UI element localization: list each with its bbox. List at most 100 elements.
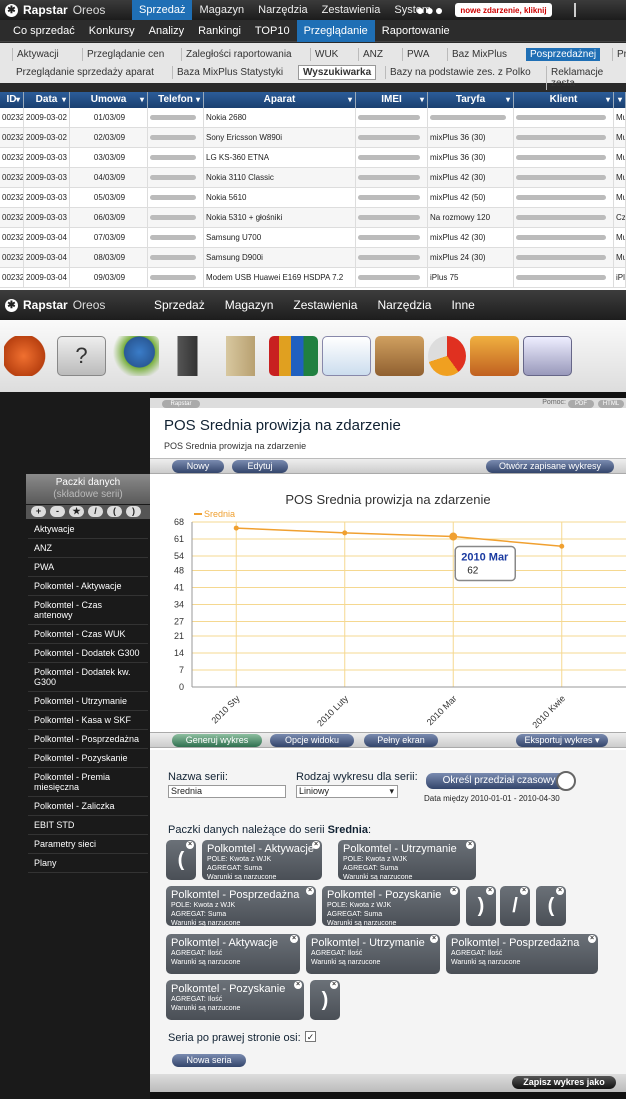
tab-more[interactable]: Pr	[612, 48, 626, 61]
pie-chart-icon[interactable]	[428, 336, 466, 376]
close-icon[interactable]: ×	[520, 887, 528, 895]
tab-przegladanie-cen[interactable]: Przeglądanie cen	[82, 48, 168, 61]
save-chart-button[interactable]: Zapisz wykres jako	[512, 1076, 616, 1089]
fullscreen-button[interactable]: Pełny ekran	[364, 734, 438, 747]
close-icon[interactable]: ×	[430, 935, 438, 943]
period-button[interactable]: Określ przedział czasowy	[426, 773, 572, 789]
submenu-analizy[interactable]: Analizy	[142, 20, 191, 42]
close-icon[interactable]: ×	[486, 887, 494, 895]
tab-wyszukiwarka[interactable]: Wyszukiwarka	[298, 65, 377, 80]
close-icon[interactable]: ×	[294, 981, 302, 989]
html-button[interactable]: HTML	[598, 400, 624, 408]
package-chip[interactable]: Polkomtel - Posprzedażna POLE: Kwota z WJ…	[166, 886, 316, 927]
report-icon[interactable]	[523, 336, 572, 376]
divide-icon[interactable]: /	[88, 506, 103, 517]
package-list-item[interactable]: Parametry sieci	[28, 835, 148, 854]
col-imei[interactable]: IMEI	[356, 92, 428, 108]
package-list-item[interactable]: Polkomtel - Czas WUK	[28, 625, 148, 644]
more-icon[interactable]: ●●●	[416, 2, 444, 18]
paren-chip[interactable]: ) ×	[310, 980, 340, 1020]
add-icon[interactable]: +	[31, 506, 46, 517]
user-sync-icon[interactable]	[110, 336, 159, 376]
submenu-co-sprzedac[interactable]: Co sprzedać	[6, 20, 82, 42]
col-klient[interactable]: Klient	[514, 92, 614, 108]
tab-posprzedaznej[interactable]: Posprzedażnej	[526, 48, 601, 61]
close-icon[interactable]: ×	[556, 887, 564, 895]
tree-icon[interactable]	[574, 3, 586, 17]
tab-anz[interactable]: ANZ	[358, 48, 387, 61]
megaphone-icon[interactable]	[4, 336, 53, 376]
table-row[interactable]: 002322009-03-0201/03/09 Nokia 2680 Mu	[0, 108, 626, 128]
package-list-item[interactable]: Polkomtel - Pozyskanie	[28, 749, 148, 768]
close-icon[interactable]: ×	[306, 887, 314, 895]
close-icon[interactable]: ×	[450, 887, 458, 895]
breadcrumb[interactable]: Rapstar	[162, 400, 200, 408]
new-button[interactable]: Nowy	[172, 460, 224, 473]
submenu-rankingi[interactable]: Rankingi	[191, 20, 248, 42]
package-list-item[interactable]: Polkomtel - Czas antenowy	[28, 596, 148, 625]
open-saved-button[interactable]: Otwórz zapisane wykresy	[486, 460, 614, 473]
close-icon[interactable]: ×	[466, 841, 474, 849]
package-list-item[interactable]: Polkomtel - Posprzedażna	[28, 730, 148, 749]
menu2-zestawienia[interactable]: Zestawienia	[283, 290, 367, 320]
close-paren-icon[interactable]: )	[126, 506, 141, 517]
package-list-item[interactable]: Polkomtel - Dodatek kw. G300	[28, 663, 148, 692]
submenu-konkursy[interactable]: Konkursy	[82, 20, 142, 42]
paren-chip[interactable]: ) ×	[466, 886, 496, 926]
spreadsheet-icon[interactable]	[322, 336, 371, 376]
paren-chip[interactable]: (×	[536, 886, 566, 926]
submenu-przegladanie[interactable]: Przeglądanie	[296, 20, 375, 42]
star-icon[interactable]: ★	[69, 506, 84, 517]
close-icon[interactable]: ×	[312, 841, 320, 849]
package-list-item[interactable]: ANZ	[28, 539, 148, 558]
view-options-button[interactable]: Opcje widoku	[270, 734, 354, 747]
menu-zestawienia[interactable]: Zestawienia	[315, 0, 388, 20]
table-row[interactable]: 00232 2009-03-04 07/03/09 Samsung U700 mixPl…	[0, 228, 626, 248]
table-row[interactable]: 00232 2009-03-03 05/03/09 Nokia 5610 mixPlus…	[0, 188, 626, 208]
tab-zaleglosci[interactable]: Zaległości raportowania	[181, 48, 296, 61]
close-icon[interactable]: ×	[330, 981, 338, 989]
col-umowa[interactable]: Umowa	[70, 92, 148, 108]
package-chip[interactable]: Polkomtel - Pozyskanie AGREGAT: Ilość Waru…	[166, 980, 304, 1020]
minus-icon[interactable]: -	[50, 506, 65, 517]
package-chip[interactable]: Polkomtel - Utrzymanie POLE: Kwota z WJK A…	[338, 840, 476, 881]
series-name-input[interactable]: Srednia	[168, 785, 286, 798]
package-chip[interactable]: Polkomtel - Utrzymanie AGREGAT: Ilość Waru…	[306, 934, 440, 974]
table-row[interactable]: 00232 2009-03-04 09/03/09 Modem USB Huawei …	[0, 268, 626, 288]
table-row[interactable]: 00232 2009-03-03 03/03/09 LG KS-360 ETNA mix…	[0, 148, 626, 168]
package-list-item[interactable]: Polkomtel - Aktywacje	[28, 577, 148, 596]
table-row[interactable]: 00232 2009-03-02 02/03/09 Sony Ericsson W89…	[0, 128, 626, 148]
open-paren-icon[interactable]: (	[107, 506, 122, 517]
clock-icon[interactable]	[556, 771, 576, 791]
package-list-item[interactable]: Polkomtel - Dodatek G300	[28, 644, 148, 663]
table-row[interactable]: 00232 2009-03-03 06/03/09 Nokia 5310 + głoś…	[0, 208, 626, 228]
warehouse-icon[interactable]	[375, 336, 424, 376]
package-list-item[interactable]: Polkomtel - Kasa w SKF	[28, 711, 148, 730]
menu-magazyn[interactable]: Magazyn	[192, 0, 251, 20]
generate-button[interactable]: Generuj wykres	[172, 734, 262, 747]
submenu-top10[interactable]: TOP10	[248, 20, 297, 42]
edit-button[interactable]: Edytuj	[232, 460, 288, 473]
package-chip[interactable]: Polkomtel - Pozyskanie POLE: Kwota z WJK A…	[322, 886, 460, 927]
package-list-item[interactable]: Aktywacje	[28, 520, 148, 539]
divide-chip[interactable]: / ×	[500, 886, 530, 926]
menu2-inne[interactable]: Inne	[441, 290, 484, 320]
tab-reklamacje[interactable]: Reklamacje zesta	[546, 66, 626, 90]
tab-wuk[interactable]: WUK	[310, 48, 342, 61]
package-list-item[interactable]: Polkomtel - Utrzymanie	[28, 692, 148, 711]
transfer-icon[interactable]	[470, 336, 519, 376]
books-icon[interactable]	[269, 336, 318, 376]
package-chip[interactable]: Polkomtel - Aktywacje AGREGAT: Ilość Warun…	[166, 934, 300, 974]
col-data[interactable]: Data	[24, 92, 70, 108]
tab-baz-mixplus[interactable]: Baz MixPlus	[447, 48, 511, 61]
col-id[interactable]: ID	[0, 92, 24, 108]
menu2-narzedzia[interactable]: Narzędzia	[367, 290, 441, 320]
tab-sprzedaz-aparat[interactable]: Przeglądanie sprzedaży aparat	[12, 66, 158, 79]
paren-chip[interactable]: (×	[166, 840, 196, 880]
submenu-raportowanie[interactable]: Raportowanie	[375, 20, 457, 42]
tab-aktywacji[interactable]: Aktywacji	[12, 48, 63, 61]
help-icon[interactable]: ?	[57, 336, 106, 376]
menu-sprzedaz[interactable]: Sprzedaż	[132, 0, 193, 20]
package-list-item[interactable]: PWA	[28, 558, 148, 577]
package-list-item[interactable]: Polkomtel - Zaliczka	[28, 797, 148, 816]
